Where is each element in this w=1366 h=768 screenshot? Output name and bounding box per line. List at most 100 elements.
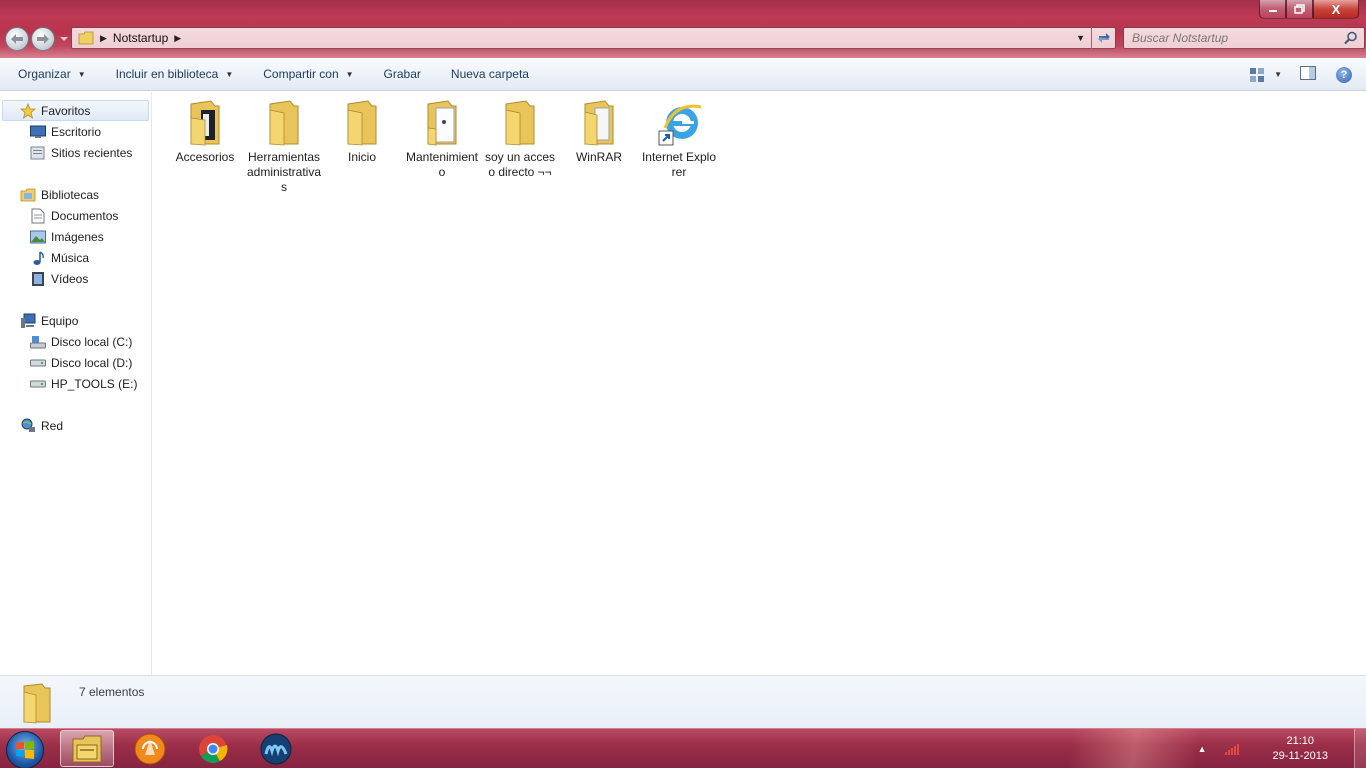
chevron-down-icon: ▼ xyxy=(345,69,354,79)
sidebar-item-videos[interactable]: Vídeos xyxy=(0,268,151,289)
sidebar-item-libraries[interactable]: Bibliotecas xyxy=(0,184,151,205)
file-label: Inicio xyxy=(347,150,376,164)
clock-date: 29-11-2013 xyxy=(1272,750,1328,762)
forward-button[interactable] xyxy=(31,27,55,51)
folder-icon xyxy=(496,98,544,148)
file-item[interactable]: Accesorios xyxy=(167,98,243,165)
hard-drive-icon xyxy=(30,355,46,371)
sidebar-item-label: HP_TOOLS (E:) xyxy=(51,376,138,391)
taskbar: ▲ 21:10 29-11-2013 xyxy=(0,728,1366,768)
network-status-icon[interactable] xyxy=(1224,743,1241,755)
change-view-button[interactable]: ▼ xyxy=(1250,67,1282,82)
file-item[interactable]: Inicio xyxy=(324,98,400,165)
taskbar-app-m-button[interactable] xyxy=(249,730,303,767)
file-item[interactable]: Herramientas administrativas xyxy=(246,98,322,195)
show-desktop-button[interactable] xyxy=(1354,729,1366,768)
sidebar-item-favorites[interactable]: Favoritos xyxy=(2,100,149,121)
breadcrumb-separator[interactable]: ▶ xyxy=(174,33,181,44)
sidebar-item-recent-places[interactable]: Sitios recientes xyxy=(0,142,151,163)
videos-icon xyxy=(30,271,46,287)
file-item[interactable]: soy un acceso directo ¬¬ xyxy=(482,98,558,180)
file-item[interactable]: WinRAR xyxy=(561,98,637,165)
file-item[interactable]: Mantenimiento xyxy=(404,98,480,180)
sidebar-item-label: Sitios recientes xyxy=(51,145,133,160)
organize-menu[interactable]: Organizar ▼ xyxy=(18,67,86,81)
minimize-button[interactable] xyxy=(1259,0,1286,19)
search-icon[interactable] xyxy=(1344,31,1358,45)
sidebar-item-label: Bibliotecas xyxy=(41,187,100,202)
file-label: Accesorios xyxy=(175,150,235,164)
address-history-dropdown[interactable]: ▼ xyxy=(1076,33,1085,43)
sidebar-item-drive-c[interactable]: Disco local (C:) xyxy=(0,331,151,352)
search-input[interactable] xyxy=(1132,31,1342,45)
file-label: Herramientas administrativas xyxy=(246,150,322,194)
hard-drive-icon xyxy=(30,376,46,392)
windows-logo-icon xyxy=(16,741,34,759)
clock-time: 21:10 xyxy=(1286,735,1315,747)
navigation-pane: Favoritos Escritorio Sitios recientes Bi… xyxy=(0,92,152,675)
new-folder-button[interactable]: Nueva carpeta xyxy=(451,67,529,81)
sidebar-item-label: Vídeos xyxy=(51,271,89,286)
sidebar-item-label: Equipo xyxy=(41,313,79,328)
search-box[interactable] xyxy=(1123,27,1365,49)
file-label: soy un acceso directo ¬¬ xyxy=(484,150,556,179)
sidebar-item-computer[interactable]: Equipo xyxy=(0,310,151,331)
restore-icon xyxy=(1294,4,1305,14)
file-item[interactable]: Internet Explorer xyxy=(641,98,717,180)
include-library-label: Incluir en biblioteca xyxy=(115,67,219,81)
chrome-icon xyxy=(199,734,228,763)
windows-drive-icon xyxy=(30,334,46,350)
restore-button[interactable] xyxy=(1286,0,1313,19)
chevron-down-icon[interactable]: ▼ xyxy=(1274,70,1282,79)
address-bar[interactable]: ▶ Notstartup ▶ ▼ xyxy=(71,27,1116,49)
taskbar-explorer-button[interactable] xyxy=(60,730,114,767)
organize-label: Organizar xyxy=(18,67,71,81)
clock[interactable]: 21:10 29-11-2013 xyxy=(1273,734,1328,764)
view-icon xyxy=(1250,67,1265,82)
internet-explorer-icon xyxy=(655,98,703,148)
sidebar-item-desktop[interactable]: Escritorio xyxy=(0,121,151,142)
folder-icon xyxy=(418,98,466,148)
sidebar-item-label: Imágenes xyxy=(51,229,104,244)
refresh-button[interactable] xyxy=(1091,27,1115,49)
help-icon: ? xyxy=(1340,68,1348,81)
sidebar-item-drive-e[interactable]: HP_TOOLS (E:) xyxy=(0,373,151,394)
sidebar-item-music[interactable]: Música xyxy=(0,247,151,268)
command-bar-right: ▼ ? xyxy=(1250,58,1366,91)
sidebar-item-network[interactable]: Red xyxy=(0,415,151,436)
window-controls: X xyxy=(1259,0,1359,19)
breadcrumb-notstartup[interactable]: Notstartup xyxy=(113,31,168,45)
vlc-media-player-icon xyxy=(134,733,166,764)
libraries-icon xyxy=(20,187,36,203)
preview-pane-icon xyxy=(1300,66,1316,80)
taskbar-vlc-button[interactable] xyxy=(123,730,177,767)
folder-icon xyxy=(575,98,623,148)
sidebar-item-label: Documentos xyxy=(51,208,119,223)
chevron-down-icon: ▼ xyxy=(225,69,234,79)
recent-pages-dropdown[interactable] xyxy=(60,35,68,43)
close-button[interactable]: X xyxy=(1313,0,1359,19)
sidebar-item-pictures[interactable]: Imágenes xyxy=(0,226,151,247)
burn-button[interactable]: Grabar xyxy=(384,67,421,81)
help-button[interactable]: ? xyxy=(1336,66,1352,83)
system-tray: ▲ 21:10 29-11-2013 xyxy=(1198,729,1366,768)
include-library-menu[interactable]: Incluir en biblioteca ▼ xyxy=(116,67,234,81)
sidebar-item-label: Red xyxy=(41,418,64,433)
preview-pane-button[interactable] xyxy=(1300,66,1316,83)
back-button[interactable] xyxy=(5,27,29,51)
minimize-icon xyxy=(1268,10,1277,12)
taskbar-chrome-button[interactable] xyxy=(186,730,240,767)
network-icon xyxy=(20,418,36,434)
folder-icon xyxy=(78,31,94,45)
sidebar-item-documents[interactable]: Documentos xyxy=(0,205,151,226)
sidebar-item-label: Favoritos xyxy=(41,103,91,118)
folder-icon xyxy=(260,98,308,148)
sidebar-item-label: Escritorio xyxy=(51,124,102,139)
folder-icon xyxy=(338,98,386,148)
breadcrumb-separator[interactable]: ▶ xyxy=(100,33,107,44)
start-button[interactable] xyxy=(6,731,44,768)
share-with-menu[interactable]: Compartir con ▼ xyxy=(263,67,353,81)
show-hidden-icons-button[interactable]: ▲ xyxy=(1198,744,1207,754)
desktop-icon xyxy=(30,124,46,140)
sidebar-item-drive-d[interactable]: Disco local (D:) xyxy=(0,352,151,373)
